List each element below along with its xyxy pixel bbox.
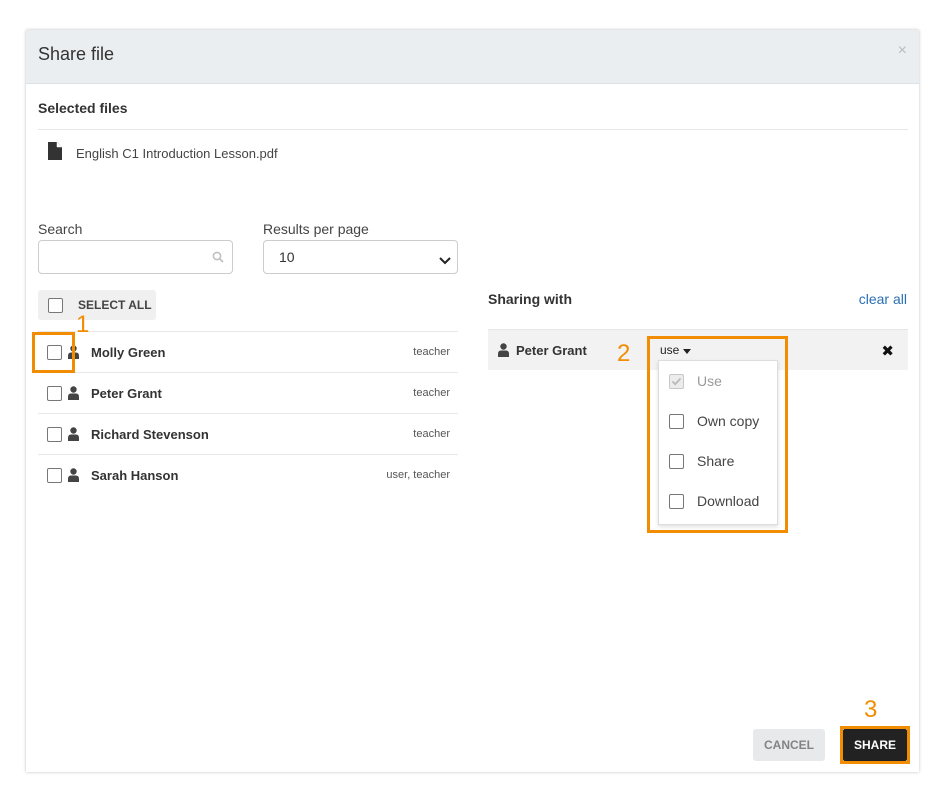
user-name: Peter Grant — [91, 386, 162, 401]
user-name: Molly Green — [91, 345, 166, 360]
results-per-page-value: 10 — [279, 249, 295, 265]
user-role: teacher — [413, 346, 450, 358]
select-all-label: SELECT ALL — [78, 298, 152, 312]
search-icon — [212, 250, 224, 268]
step-number-1: 1 — [76, 311, 90, 338]
caret-down-icon — [682, 343, 691, 357]
search-field[interactable] — [38, 240, 233, 274]
user-role: teacher — [413, 428, 450, 440]
user-checkbox[interactable] — [47, 427, 62, 442]
results-per-page-select[interactable]: 10 — [263, 240, 458, 274]
permission-dropdown-toggle[interactable]: use — [660, 343, 691, 357]
remove-share-icon[interactable]: ✖ — [881, 342, 894, 360]
permission-label: use — [660, 343, 680, 357]
user-row[interactable]: Peter Grant teacher — [38, 372, 458, 413]
clear-all-link[interactable]: clear all — [859, 291, 907, 307]
user-icon — [68, 386, 79, 405]
file-icon — [48, 142, 62, 165]
permission-option-download[interactable]: Download — [669, 491, 769, 511]
close-icon[interactable]: × — [898, 42, 907, 60]
dialog-title: Share file — [38, 44, 115, 64]
permission-option-share[interactable]: Share — [669, 451, 769, 471]
user-row[interactable]: Richard Stevenson teacher — [38, 413, 458, 454]
permission-label: Share — [697, 453, 735, 469]
permission-label: Download — [697, 493, 760, 509]
selected-files-label: Selected files — [38, 100, 128, 116]
search-input[interactable] — [39, 241, 215, 271]
cancel-button[interactable]: CANCEL — [753, 729, 825, 761]
share-button[interactable]: SHARE — [843, 729, 907, 761]
permission-label: Use — [697, 373, 722, 389]
share-file-dialog: Share file × Selected files English C1 I… — [26, 30, 919, 772]
permission-label: Own copy — [697, 413, 760, 429]
step-number-2: 2 — [617, 340, 631, 367]
permissions-menu: Use Own copy Share Download — [658, 360, 778, 525]
permission-checkbox — [669, 374, 684, 389]
select-all-checkbox[interactable] — [48, 298, 63, 313]
sharing-with-label: Sharing with — [488, 291, 572, 307]
chevron-down-icon — [439, 252, 451, 270]
user-role: teacher — [413, 387, 450, 399]
permission-checkbox[interactable] — [669, 414, 684, 429]
user-name: Sarah Hanson — [91, 468, 179, 483]
permission-option-use: Use — [669, 371, 769, 391]
selected-file-item: English C1 Introduction Lesson.pdf — [48, 142, 278, 165]
user-icon — [68, 468, 79, 487]
select-all-button[interactable]: SELECT ALL — [38, 290, 156, 320]
permission-checkbox[interactable] — [669, 494, 684, 509]
user-icon — [68, 427, 79, 446]
dialog-header: Share file × — [26, 30, 919, 84]
permission-checkbox[interactable] — [669, 454, 684, 469]
user-row[interactable]: Molly Green teacher — [38, 331, 458, 372]
user-name: Richard Stevenson — [91, 427, 209, 442]
step-number-3: 3 — [864, 696, 878, 723]
user-icon — [498, 343, 509, 362]
results-per-page-label: Results per page — [263, 221, 369, 237]
user-icon — [68, 345, 79, 364]
user-checkbox[interactable] — [47, 345, 62, 360]
divider — [38, 129, 908, 130]
user-row[interactable]: Sarah Hanson user, teacher — [38, 454, 458, 495]
user-role: user, teacher — [386, 469, 450, 481]
user-checkbox[interactable] — [47, 468, 62, 483]
file-name: English C1 Introduction Lesson.pdf — [76, 146, 278, 161]
shared-user-name: Peter Grant — [516, 343, 587, 358]
user-checkbox[interactable] — [47, 386, 62, 401]
permission-option-own-copy[interactable]: Own copy — [669, 411, 769, 431]
search-label: Search — [38, 221, 83, 237]
